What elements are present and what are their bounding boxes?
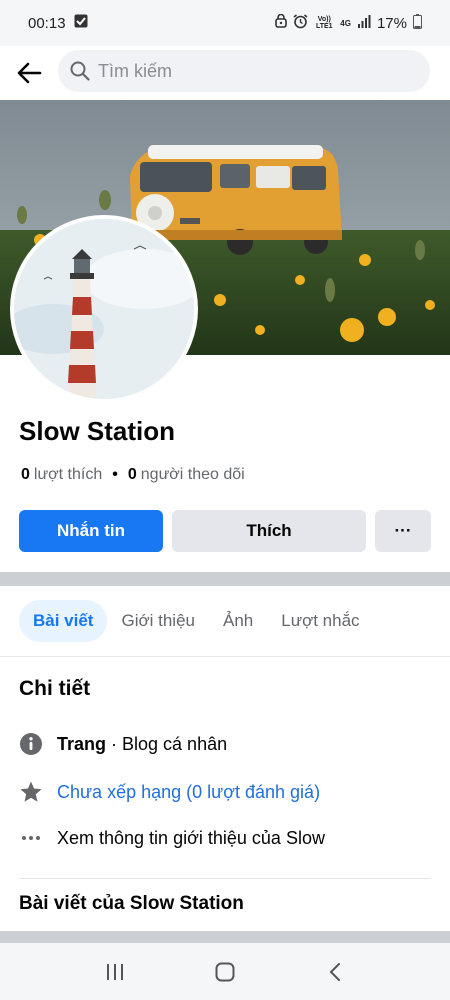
like-button[interactable]: Thích — [172, 510, 366, 552]
search-input[interactable] — [98, 60, 398, 82]
category-value: Blog cá nhân — [122, 733, 228, 754]
carrier-label: Vo)) LTE1 — [315, 16, 333, 30]
profile-tabs: Bài viết Giới thiệu Ảnh Lượt nhắc — [0, 600, 450, 642]
rating-link[interactable]: Chưa xếp hạng (0 lượt đánh giá) — [57, 782, 320, 803]
system-nav-bar — [0, 943, 450, 1000]
top-bar — [0, 46, 450, 100]
tab-about[interactable]: Giới thiệu — [107, 600, 209, 642]
tab-photos[interactable]: Ảnh — [209, 600, 267, 642]
message-button[interactable]: Nhắn tin — [19, 510, 163, 552]
likes-label[interactable]: lượt thích — [34, 466, 102, 484]
more-dots-icon: ··· — [394, 521, 412, 540]
tabs-divider — [0, 656, 450, 657]
details-heading: Chi tiết — [19, 677, 91, 700]
status-bar: 00:13 Vo)) LTE1 4G 17% — [0, 0, 450, 46]
back-chevron-icon — [329, 962, 340, 981]
back-arrow-icon — [17, 62, 42, 84]
alarm-lock-icon — [275, 13, 288, 32]
page-title: Slow Station — [19, 416, 175, 446]
followers-label[interactable]: người theo dõi — [141, 466, 245, 484]
status-right: Vo)) LTE1 4G 17% — [275, 13, 422, 33]
status-left: 00:13 — [28, 14, 88, 32]
about-link-text[interactable]: Xem thông tin giới thiệu của Slow — [57, 828, 325, 849]
like-button-label: Thích — [246, 521, 292, 540]
search-icon — [70, 61, 90, 81]
category-type: Trang — [57, 733, 107, 754]
section-divider — [0, 572, 450, 586]
battery-percent: 17% — [376, 14, 407, 32]
network-label: 4G — [340, 18, 351, 28]
more-options-button[interactable]: ··· — [375, 510, 431, 552]
recent-apps-button[interactable] — [85, 947, 145, 997]
cell-signal-icon — [357, 14, 371, 32]
home-icon — [215, 962, 235, 981]
back-button[interactable] — [0, 46, 58, 100]
category-separator: · — [106, 733, 123, 754]
home-button[interactable] — [195, 947, 255, 997]
tab-posts[interactable]: Bài viết — [19, 600, 108, 642]
section-divider-bottom — [0, 931, 450, 943]
more-horizontal-icon — [19, 826, 43, 850]
recent-apps-icon — [107, 963, 123, 980]
profile-avatar[interactable] — [10, 215, 198, 403]
detail-rating-row[interactable]: Chưa xếp hạng (0 lượt đánh giá) — [19, 780, 320, 804]
tab-mentions[interactable]: Lượt nhắc — [267, 600, 373, 642]
alarm-clock-icon — [293, 13, 308, 33]
star-icon — [19, 780, 43, 804]
posts-section-heading: Bài viết của Slow Station — [19, 893, 244, 914]
message-button-label: Nhắn tin — [57, 521, 125, 540]
checkbox-notification-icon — [74, 14, 88, 32]
search-box[interactable] — [58, 50, 430, 92]
stats-separator-dot: • — [112, 466, 118, 483]
likes-count: 0 — [21, 466, 30, 483]
lighthouse-image — [14, 219, 194, 399]
page-stats: 0 lượt thích • 0 người theo dõi — [21, 466, 245, 484]
battery-icon — [413, 13, 422, 33]
details-divider — [19, 878, 431, 879]
status-time: 00:13 — [28, 14, 66, 32]
back-nav-button[interactable] — [305, 947, 365, 997]
detail-about-row[interactable]: Xem thông tin giới thiệu của Slow — [19, 826, 325, 850]
detail-category-row: Trang · Blog cá nhân — [19, 732, 227, 756]
followers-count: 0 — [127, 466, 137, 483]
info-icon — [19, 732, 43, 756]
